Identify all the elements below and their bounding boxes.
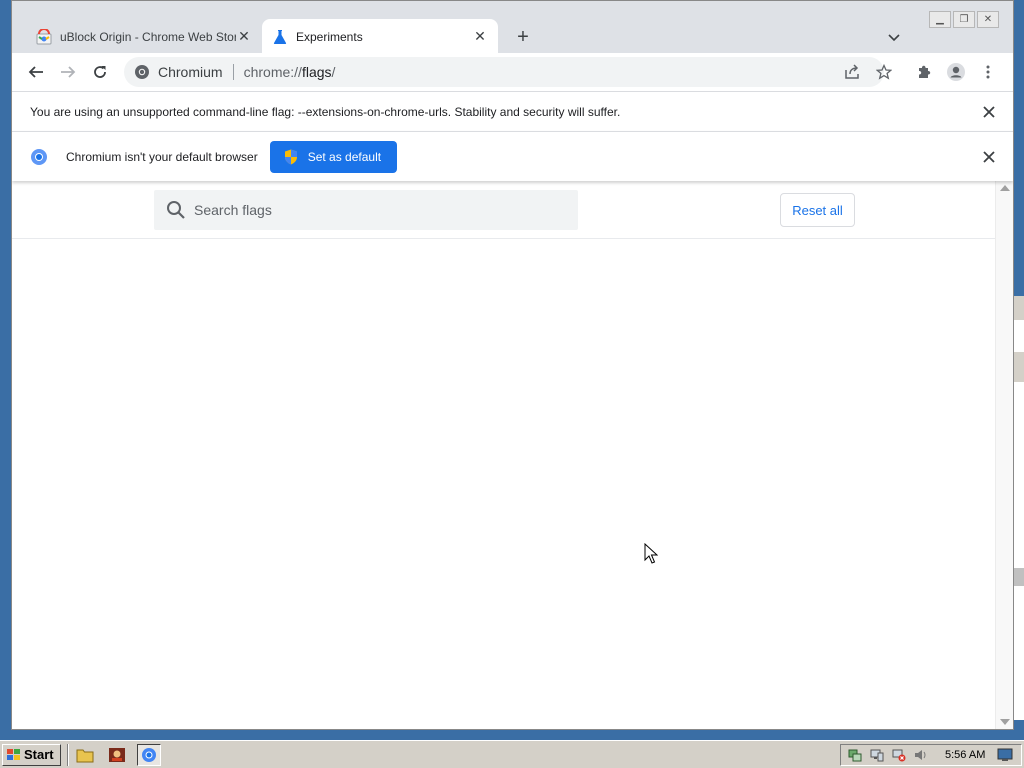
start-button[interactable]: Start — [2, 743, 61, 766]
address-bar[interactable]: Chromium chrome://flags/ — [124, 57, 884, 87]
back-button[interactable] — [24, 60, 48, 84]
reload-button[interactable] — [88, 60, 112, 84]
tab-ublock[interactable]: uBlock Origin - Chrome Web Store ✕ — [26, 19, 262, 54]
tab-close-icon[interactable]: ✕ — [236, 28, 252, 45]
flag-warning-text: You are using an unsupported command-lin… — [30, 104, 621, 119]
restore-icon: ❐ — [959, 14, 969, 25]
desktop-tray-icon[interactable] — [997, 747, 1013, 763]
url-path: / — [331, 64, 336, 80]
url-text: chrome://flags/ — [244, 64, 336, 80]
reload-icon — [94, 66, 106, 78]
browser-window: uBlock Origin - Chrome Web Store ✕ Exper… — [11, 0, 1014, 730]
reset-all-button[interactable]: Reset all — [780, 193, 855, 227]
avatar-icon — [947, 63, 965, 81]
maximize-button[interactable]: ❐ — [953, 11, 975, 28]
infobar-close-button[interactable] — [981, 104, 997, 120]
search-flags-input[interactable] — [194, 202, 554, 218]
close-window-button[interactable]: ✕ — [977, 11, 999, 28]
background-window-segment — [1014, 352, 1024, 382]
taskbar-separator — [66, 743, 69, 766]
webstore-icon — [36, 28, 52, 45]
default-browser-text: Chromium isn't your default browser — [66, 149, 258, 164]
menu-button[interactable] — [976, 60, 1000, 84]
arrow-left-icon — [28, 66, 43, 78]
window-controls: ▁ ❐ ✕ — [929, 11, 999, 28]
minimize-icon: ▁ — [936, 14, 944, 25]
profile-button[interactable] — [944, 60, 968, 84]
extensions-button[interactable] — [912, 60, 936, 84]
tab-experiments[interactable]: Experiments ✕ — [262, 19, 498, 54]
page-scrollbar[interactable] — [995, 181, 1013, 729]
site-chip[interactable]: Chromium — [134, 64, 223, 80]
taskbar-clock[interactable]: 5:56 AM — [945, 749, 985, 761]
default-browser-infobar: Chromium isn't your default browser Set … — [12, 131, 1013, 181]
chromium-icon — [141, 747, 156, 762]
site-chip-label: Chromium — [158, 64, 223, 80]
windows-flag-icon — [7, 748, 21, 761]
taskbar: Start 5:56 AM — [0, 740, 1024, 768]
puzzle-icon — [919, 65, 931, 78]
folder-icon — [76, 749, 94, 762]
share-button[interactable] — [840, 60, 864, 84]
new-tab-button[interactable]: + — [511, 25, 535, 49]
flags-page: Reset all — [12, 181, 1013, 729]
background-window-segment — [1014, 296, 1024, 320]
background-window-segment — [1014, 568, 1024, 586]
bookmark-button[interactable] — [872, 60, 896, 84]
close-icon — [983, 105, 995, 118]
chevron-down-icon — [888, 34, 900, 42]
infobar-close-button[interactable] — [981, 149, 997, 165]
tab-strip: uBlock Origin - Chrome Web Store ✕ Exper… — [12, 1, 1013, 54]
arrow-right-icon — [61, 66, 76, 78]
chromium-logo-icon — [31, 148, 47, 165]
scroll-down-arrow-icon[interactable] — [1000, 719, 1010, 725]
background-window-edge — [1013, 296, 1024, 720]
tab-close-icon[interactable]: ✕ — [472, 28, 488, 45]
set-as-default-label: Set as default — [307, 149, 382, 164]
chromium-icon — [135, 65, 149, 79]
start-label: Start — [24, 747, 54, 762]
file-explorer-quicklaunch[interactable] — [73, 744, 97, 766]
url-host: flags — [301, 64, 332, 80]
close-icon: ✕ — [983, 14, 993, 25]
set-as-default-button[interactable]: Set as default — [269, 140, 398, 173]
omnibox-divider — [232, 64, 234, 80]
forward-button[interactable] — [56, 60, 80, 84]
app-quicklaunch[interactable] — [105, 744, 129, 766]
mouse-cursor-icon — [644, 542, 659, 568]
computer-tray-icon[interactable] — [869, 747, 885, 763]
more-vert-icon — [986, 65, 990, 79]
share-icon — [845, 64, 859, 79]
tab-title: uBlock Origin - Chrome Web Store — [60, 29, 236, 44]
network-disconnected-tray-icon[interactable] — [891, 747, 907, 763]
flags-header: Reset all — [12, 181, 995, 239]
uac-shield-icon — [284, 149, 298, 165]
system-tray: 5:56 AM — [840, 744, 1022, 766]
search-icon — [167, 201, 185, 219]
browser-toolbar: Chromium chrome://flags/ — [12, 53, 1013, 91]
search-box[interactable] — [154, 190, 578, 230]
tab-title: Experiments — [296, 29, 363, 44]
tab-search-button[interactable] — [884, 27, 904, 47]
url-scheme: chrome:// — [243, 64, 302, 80]
network-tray-icon[interactable] — [847, 747, 863, 763]
flag-warning-infobar: You are using an unsupported command-lin… — [12, 91, 1013, 131]
chromium-taskbar-button[interactable] — [136, 743, 161, 766]
minimize-button[interactable]: ▁ — [929, 11, 951, 28]
app-icon — [108, 747, 125, 762]
scroll-up-arrow-icon[interactable] — [1000, 185, 1010, 191]
close-icon — [983, 150, 995, 163]
volume-tray-icon[interactable] — [913, 747, 929, 763]
flask-icon — [272, 29, 288, 45]
star-icon — [876, 64, 892, 80]
